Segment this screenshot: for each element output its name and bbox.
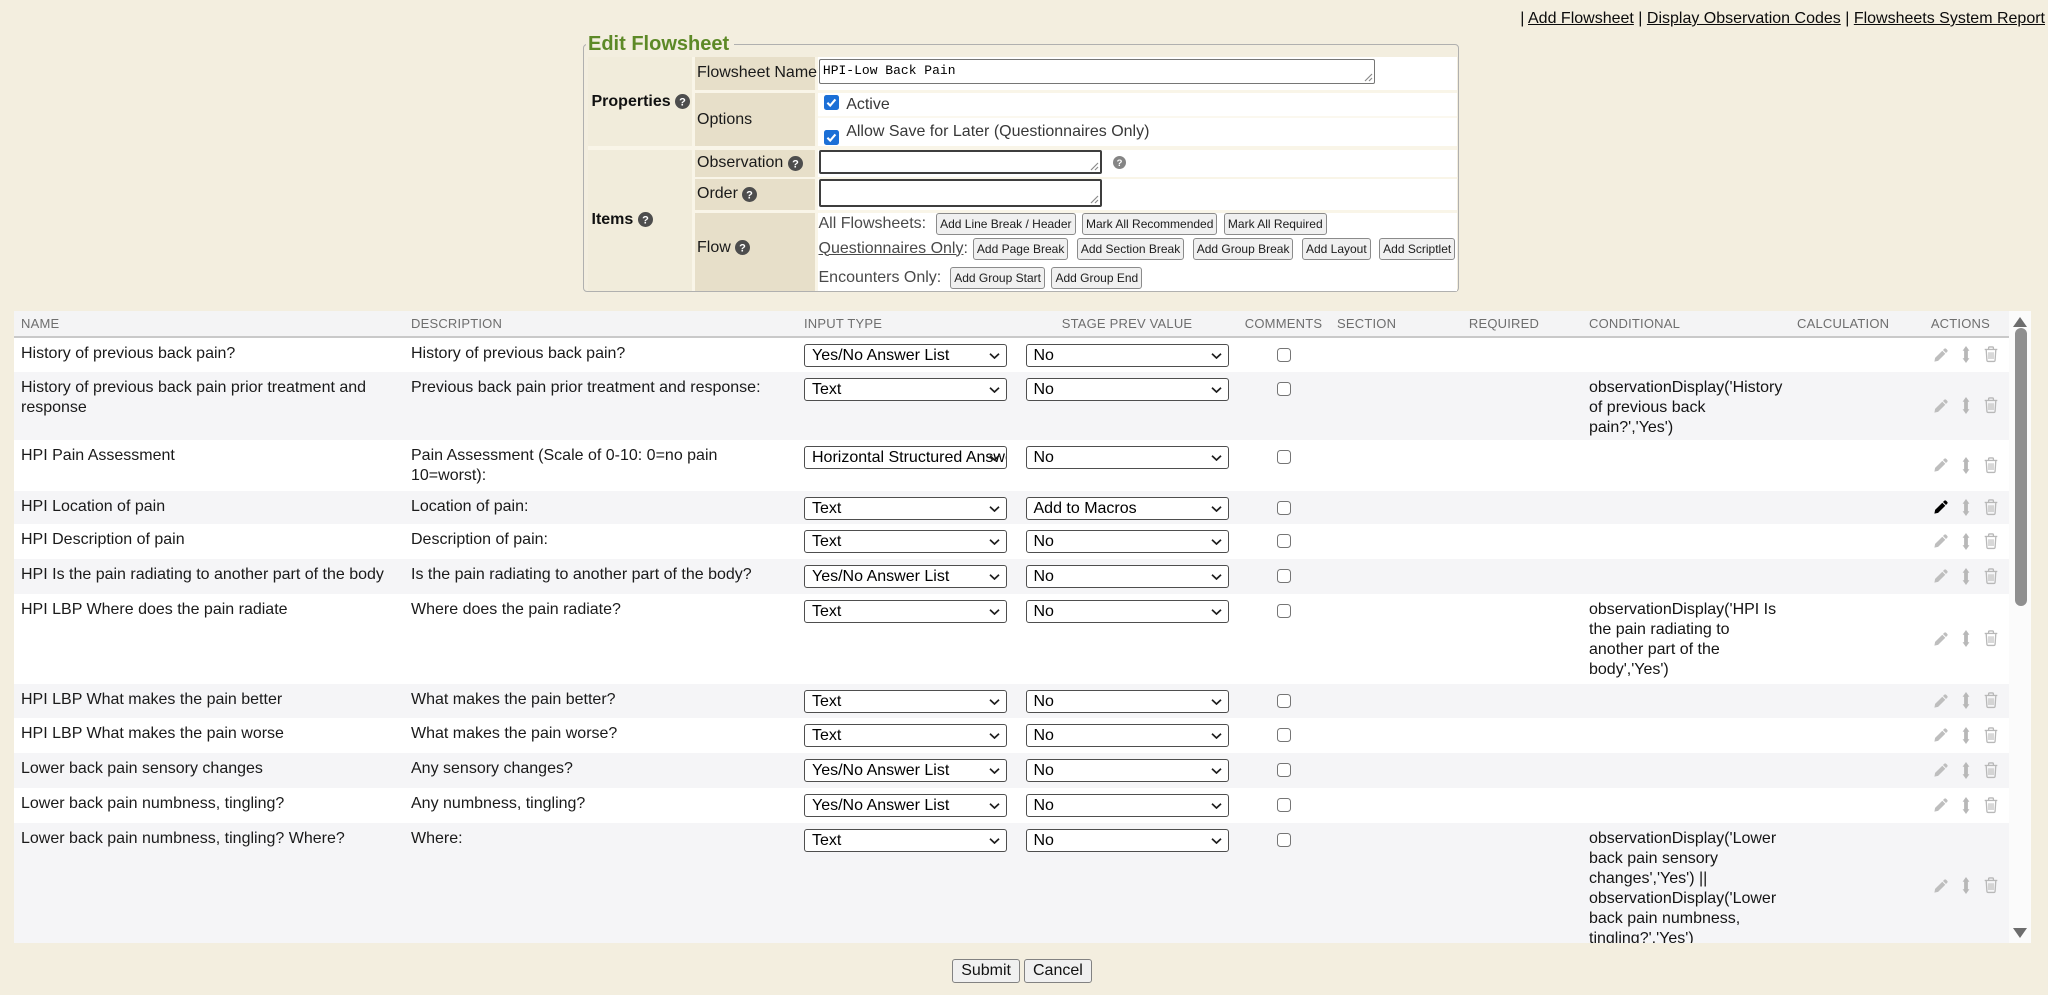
svg-text:?: ? — [1117, 158, 1123, 169]
svg-text:?: ? — [792, 158, 799, 170]
svg-text:?: ? — [642, 215, 649, 227]
svg-text:?: ? — [739, 243, 746, 255]
svg-text:?: ? — [679, 96, 686, 108]
svg-text:?: ? — [746, 189, 753, 201]
